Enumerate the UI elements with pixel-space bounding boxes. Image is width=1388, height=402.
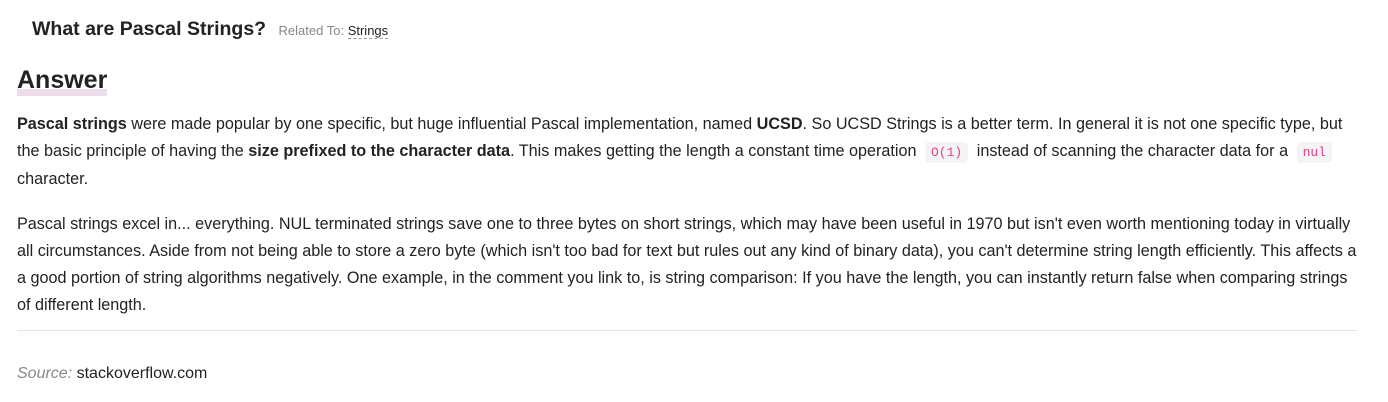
related-label: Related To:: [278, 23, 345, 38]
source-label: Source:: [17, 365, 73, 382]
text: character.: [17, 170, 89, 188]
answer-paragraph-2: Pascal strings excel in... everything. N…: [17, 215, 1357, 314]
question-title: What are Pascal Strings?: [32, 18, 267, 40]
text: . This makes getting the length a consta…: [510, 142, 917, 160]
inline-code: nul: [1296, 142, 1332, 163]
bold-text: UCSD: [756, 115, 803, 133]
question-header: What are Pascal Strings? Related To: Str…: [32, 18, 389, 41]
related-to: Related To: Strings: [278, 23, 389, 39]
source-value: stackoverflow.com: [76, 365, 208, 382]
related-link-strings[interactable]: Strings: [347, 23, 389, 39]
source-line: Source: stackoverflow.com: [17, 365, 207, 383]
inline-code: O(1): [925, 142, 969, 163]
answer-heading: Answer: [17, 64, 108, 96]
answer-paragraph-1: Pascal strings were made popular by one …: [17, 111, 1362, 193]
divider: [17, 330, 1357, 331]
bold-text: Pascal strings: [17, 115, 127, 133]
text: were made popular by one specific, but h…: [126, 115, 757, 133]
text: instead of scanning the character data f…: [976, 142, 1289, 160]
bold-text: size prefixed to the character data: [248, 142, 511, 160]
